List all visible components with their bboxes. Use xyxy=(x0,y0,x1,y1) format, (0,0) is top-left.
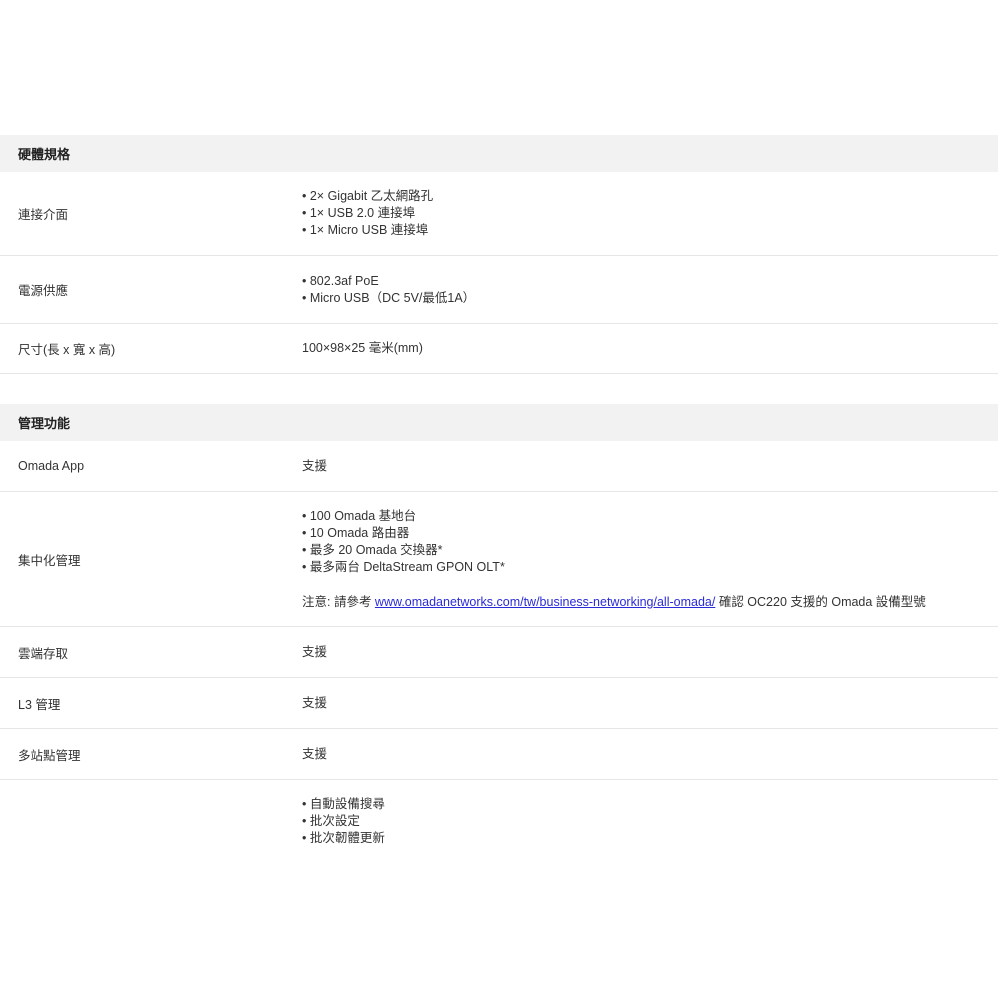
row-value: 802.3af PoE Micro USB（DC 5V/最低1A） xyxy=(302,273,998,307)
row-label: 電源供應 xyxy=(18,284,69,298)
list-item: 10 Omada 路由器 xyxy=(302,525,998,542)
row-label: 多站點管理 xyxy=(18,748,81,763)
list-item: 最多 20 Omada 交換器* xyxy=(302,542,998,559)
list-item: 最多兩台 DeltaStream GPON OLT* xyxy=(302,559,998,576)
compatibility-note: 注意: 請參考 www.omadanetworks.com/tw/busines… xyxy=(302,594,998,611)
spec-row-l3-management: L3 管理 支援 xyxy=(0,678,998,729)
list-item: 1× USB 2.0 連接埠 xyxy=(302,205,998,222)
list-item: 2× Gigabit 乙太網路孔 xyxy=(302,188,998,205)
spec-row-batch-features: 自動設備搜尋 批次設定 批次韌體更新 xyxy=(0,780,998,892)
list-item: 批次設定 xyxy=(302,813,998,830)
list-item: 批次韌體更新 xyxy=(302,830,998,847)
row-label: L3 管理 xyxy=(18,697,61,712)
row-label: 雲端存取 xyxy=(18,646,69,661)
list-item: 自動設備搜尋 xyxy=(302,796,998,813)
row-value: 100×98×25 毫米(mm) xyxy=(302,341,423,355)
spec-row-omada-app: Omada App 支援 xyxy=(0,441,998,492)
section-header-hardware: 硬體規格 xyxy=(0,135,998,172)
row-label: Omada App xyxy=(18,459,85,473)
spec-row-interfaces: 連接介面 2× Gigabit 乙太網路孔 1× USB 2.0 連接埠 1× … xyxy=(0,172,998,256)
row-label: 尺寸(長 x 寬 x 高) xyxy=(18,343,116,357)
list-item: 802.3af PoE xyxy=(302,273,998,290)
row-label: 連接介面 xyxy=(18,208,69,222)
row-value: 自動設備搜尋 批次設定 批次韌體更新 xyxy=(302,796,998,847)
spec-row-dimensions: 尺寸(長 x 寬 x 高) 100×98×25 毫米(mm) xyxy=(0,324,998,374)
row-value: 支援 xyxy=(302,746,328,761)
spec-row-power: 電源供應 802.3af PoE Micro USB（DC 5V/最低1A） xyxy=(0,256,998,324)
spec-row-multi-site: 多站點管理 支援 xyxy=(0,729,998,780)
omada-devices-link[interactable]: www.omadanetworks.com/tw/business-networ… xyxy=(375,595,715,609)
list-item: 100 Omada 基地台 xyxy=(302,508,998,525)
row-value: 支援 xyxy=(302,644,328,659)
list-item: 1× Micro USB 連接埠 xyxy=(302,222,998,239)
row-value: 支援 xyxy=(302,695,328,710)
section-header-management: 管理功能 xyxy=(0,404,998,441)
note-suffix: 確認 OC220 支援的 Omada 設備型號 xyxy=(715,594,926,609)
note-prefix: 注意: 請參考 xyxy=(302,594,375,609)
spec-row-cloud-access: 雲端存取 支援 xyxy=(0,627,998,678)
spec-table: 硬體規格 連接介面 2× Gigabit 乙太網路孔 1× USB 2.0 連接… xyxy=(0,135,998,892)
row-value: 2× Gigabit 乙太網路孔 1× USB 2.0 連接埠 1× Micro… xyxy=(302,188,998,239)
row-value: 100 Omada 基地台 10 Omada 路由器 最多 20 Omada 交… xyxy=(302,508,998,611)
list-item: Micro USB（DC 5V/最低1A） xyxy=(302,290,998,307)
row-value: 支援 xyxy=(302,458,328,473)
row-label: 集中化管理 xyxy=(18,553,81,568)
spec-row-centralized-management: 集中化管理 100 Omada 基地台 10 Omada 路由器 最多 20 O… xyxy=(0,492,998,627)
